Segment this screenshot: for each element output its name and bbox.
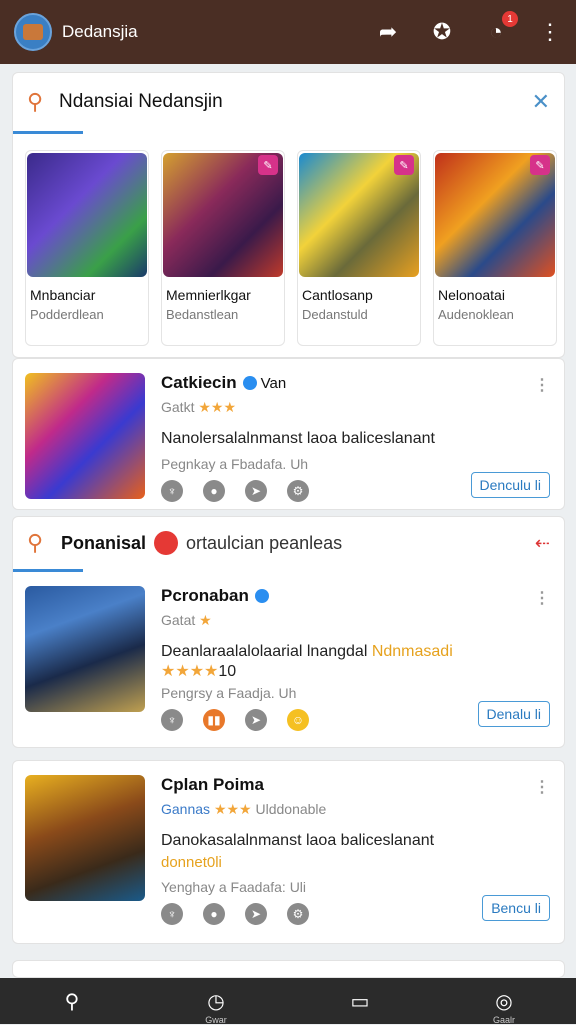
like-icon[interactable]: ♆ (161, 903, 183, 925)
tag-icon: ✎ (530, 155, 550, 175)
share-icon[interactable]: ➦ (376, 19, 400, 45)
section-card: ⚲ Ponanisal ortaulcian peanleas ⇠ Pcrona… (12, 516, 565, 748)
section-title: Ponanisal (61, 532, 147, 553)
nav-profile[interactable]: ◎ Gaalr (474, 989, 534, 1025)
featured-tile[interactable]: Mnbanciar Podderdlean (25, 150, 149, 346)
tile-subtitle: Podderdlean (30, 307, 104, 322)
age-label: Ulddonable (255, 801, 327, 817)
pause-icon[interactable]: ▮▮ (203, 709, 225, 731)
app-subtext: Yenghay a Faadafa: Uli (161, 879, 307, 895)
overflow-menu-icon[interactable]: ⋮ (538, 19, 562, 45)
share-action-icon[interactable]: ➤ (245, 903, 267, 925)
notifications-icon[interactable]: ◔ 1 (484, 11, 518, 45)
item-menu-icon[interactable]: ⋮ (534, 375, 550, 395)
nav-history[interactable]: ◷ Gwar (186, 989, 246, 1025)
profile-icon: ◎ (495, 990, 513, 1013)
section-badge-icon (154, 531, 179, 555)
nav-label: Gwar (205, 1014, 227, 1025)
nav-messages[interactable]: ▭ (330, 989, 390, 1014)
emoji-icon[interactable]: ☺ (287, 709, 309, 731)
next-card-peek (12, 960, 565, 978)
tile-subtitle: Bedanstlean (166, 307, 239, 322)
app-description: Deanlaraalalolaarial lnangdal (161, 643, 368, 660)
search-input[interactable]: Ndansiai Nedansjin (59, 91, 532, 113)
developer-label: Gatkt (161, 399, 195, 415)
comment-icon[interactable]: ● (203, 903, 225, 925)
list-item[interactable]: Cplan Poima Gannas ★★★ Ulddonable Danoka… (12, 760, 565, 944)
app-name: Pcronaban (161, 586, 249, 605)
tag-icon: ✎ (394, 155, 414, 175)
clear-search-icon[interactable]: ✕ (532, 89, 550, 115)
share-action-icon[interactable]: ➤ (245, 709, 267, 731)
game-thumbnail (25, 373, 145, 499)
section-header[interactable]: ⚲ Ponanisal ortaulcian peanleas ⇠ (13, 517, 564, 569)
verified-icon (254, 589, 269, 603)
tile-subtitle: Dedanstuld (302, 307, 368, 322)
app-description: Danokasalalnmanst laoa baliceslanant (161, 832, 435, 849)
like-icon[interactable]: ♆ (161, 709, 183, 731)
top-app-bar: Dedansjia ➦ ✪ ◔ 1 ⋮ (0, 0, 576, 64)
collapse-icon[interactable]: ⇠ (535, 533, 550, 554)
app-name: Cplan Poima (161, 775, 264, 794)
developer-label: Gatat (161, 612, 196, 628)
rating-stars: ★★★ (198, 399, 237, 415)
tile-subtitle: Audenoklean (438, 307, 514, 322)
app-name-extra: Van (260, 374, 287, 392)
app-title: Dedansjia (62, 22, 138, 41)
search-icon: ⚲ (27, 89, 44, 114)
game-thumbnail (25, 586, 145, 712)
nav-label: Gaalr (492, 1014, 515, 1025)
developer-label: Gannas (161, 801, 211, 817)
app-subtext: Pegnkay a Fbadafa. Uh (161, 456, 309, 472)
install-button[interactable]: Bencu li (482, 895, 550, 921)
rating-value: 10 (218, 663, 237, 680)
highlight-text: Ndnmasadi (371, 643, 453, 660)
list-item[interactable]: Pcronaban Gatat ★ Deanlaraalalolaarial l… (13, 572, 564, 743)
app-name: Catkiecin (161, 373, 237, 392)
tile-title: Mnbanciar (30, 287, 96, 303)
app-logo-icon[interactable] (14, 13, 52, 51)
rating-stars: ★★★★ (161, 663, 219, 680)
share-action-icon[interactable]: ➤ (245, 480, 267, 502)
list-item[interactable]: Catkiecin Van Gatkt ★★★ Nanolersalalnmans… (12, 358, 565, 510)
settings-icon[interactable]: ⚙ (287, 480, 309, 502)
search-results-card: ⚲ Ndansiai Nedansjin ✕ Mnbanciar Podderd… (12, 72, 565, 358)
bottom-navigation: ⚲ ◷ Gwar ▭ ◎ Gaalr (0, 978, 576, 1025)
install-button[interactable]: Denalu li (477, 701, 550, 727)
search-icon: ⚲ (27, 530, 44, 555)
game-thumbnail (27, 153, 147, 277)
featured-carousel[interactable]: Mnbanciar Podderdlean ✎ Memnierlkgar Bed… (13, 134, 564, 346)
search-bar[interactable]: ⚲ Ndansiai Nedansjin ✕ (13, 73, 564, 131)
tile-title: Nelonoatai (438, 287, 505, 303)
favorite-star-icon[interactable]: ✪ (430, 19, 454, 45)
section-subtitle: ortaulcian peanleas (186, 532, 343, 553)
game-thumbnail (25, 775, 145, 901)
rating-stars: ★★★ (213, 801, 252, 817)
nav-search[interactable]: ⚲ (42, 989, 102, 1014)
highlight-text: donnet0li (161, 854, 222, 871)
app-subtext: Pengrsy a Faadja. Uh (161, 685, 297, 701)
clock-icon: ◷ (207, 990, 225, 1013)
chat-icon: ▭ (350, 990, 370, 1013)
search-icon: ⚲ (64, 990, 80, 1013)
tile-title: Memnierlkgar (166, 287, 251, 303)
item-menu-icon[interactable]: ⋮ (534, 777, 550, 797)
comment-icon[interactable]: ● (203, 480, 225, 502)
app-description: Nanolersalalnmanst laoa baliceslanant (161, 430, 435, 447)
featured-tile[interactable]: ✎ Cantlosanp Dedanstuld (297, 150, 421, 346)
notification-badge: 1 (502, 11, 518, 27)
item-menu-icon[interactable]: ⋮ (534, 588, 550, 608)
like-icon[interactable]: ♆ (161, 480, 183, 502)
settings-icon[interactable]: ⚙ (287, 903, 309, 925)
rating-stars: ★ (199, 612, 212, 628)
install-button[interactable]: Denculu li (470, 472, 550, 498)
featured-tile[interactable]: ✎ Memnierlkgar Bedanstlean (161, 150, 285, 346)
featured-tile[interactable]: ✎ Nelonoatai Audenoklean (433, 150, 557, 346)
tile-title: Cantlosanp (302, 287, 373, 303)
tag-icon: ✎ (258, 155, 278, 175)
verified-icon (242, 376, 257, 390)
